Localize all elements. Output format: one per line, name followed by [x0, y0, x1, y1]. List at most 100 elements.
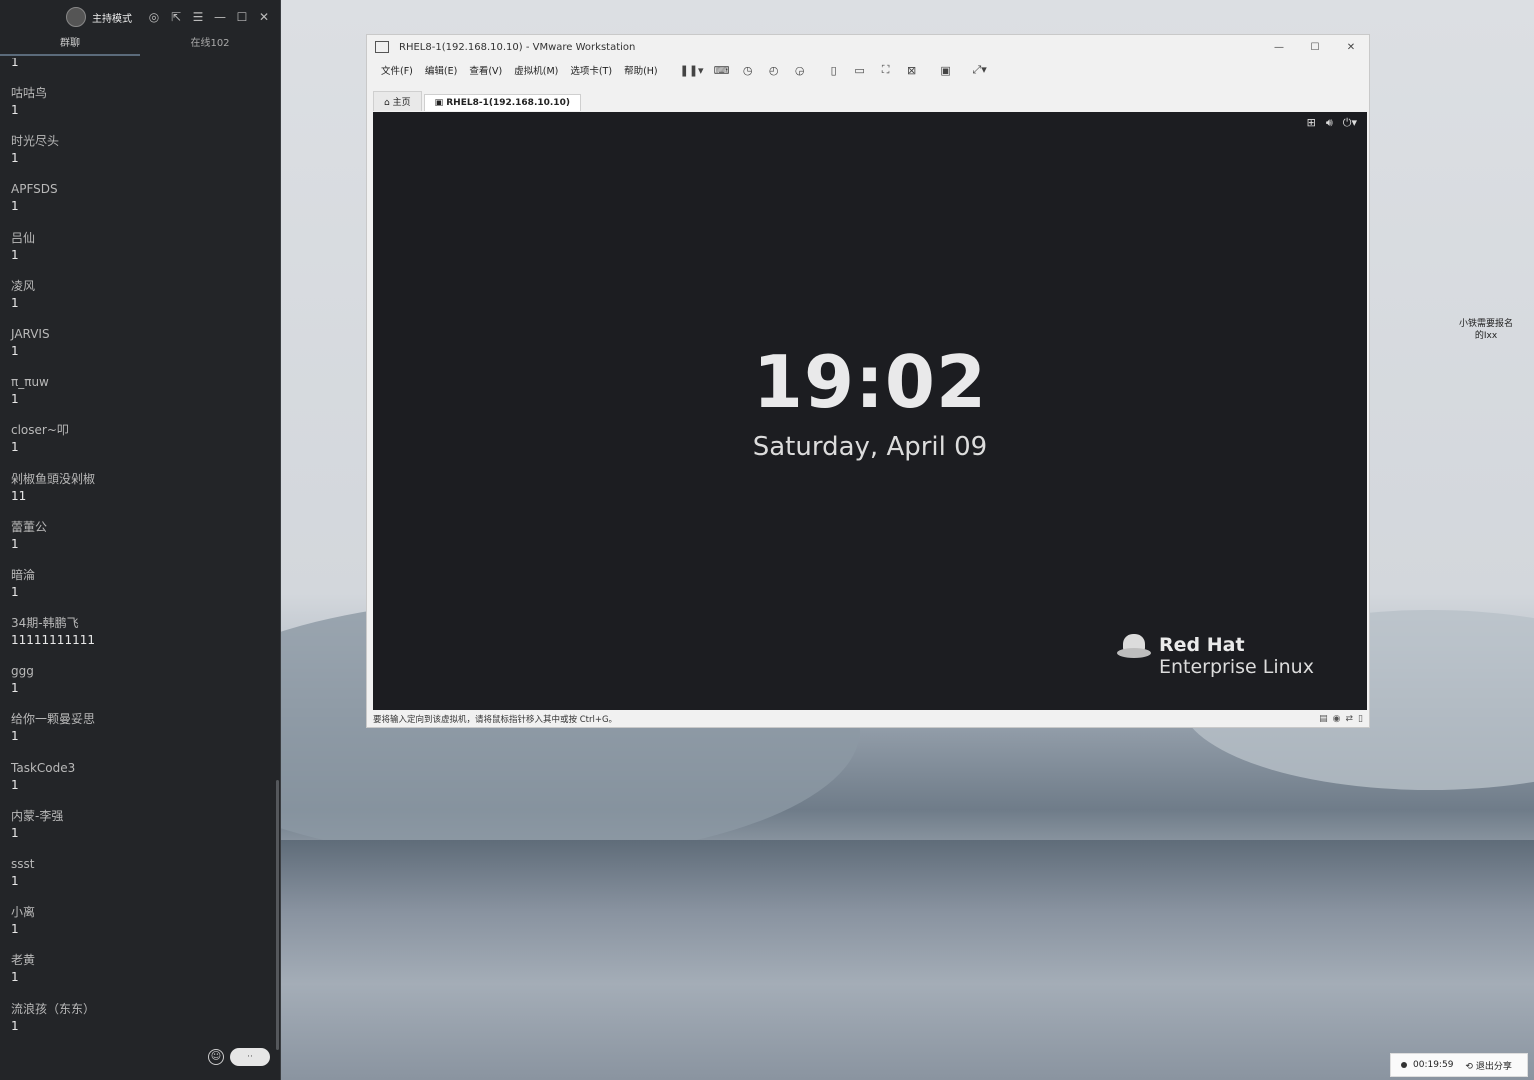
console-icon[interactable]: ▣ [938, 64, 954, 77]
snapshot-icon[interactable]: ◷ [740, 64, 756, 77]
menu-icon[interactable]: ☰ [190, 10, 206, 24]
sidebar-titlebar: 主持模式 ◎ ⇱ ☰ — ☐ ✕ [0, 0, 280, 34]
avatar[interactable] [66, 7, 86, 27]
tab-vm[interactable]: ▣ RHEL8-1(192.168.10.10) [423, 94, 581, 111]
close-icon[interactable]: ✕ [256, 10, 272, 24]
network-icon[interactable]: ⊞ [1307, 116, 1316, 130]
settings-icon[interactable]: ◎ [146, 10, 162, 24]
message-sender: 暗淪 [11, 567, 36, 582]
menu-edit[interactable]: 编辑(E) [425, 63, 457, 77]
hard-disk-icon[interactable]: ▤ [1319, 714, 1328, 724]
vm-display[interactable]: ⊞ 🔊︎ ⏻▾ 19:02 Saturday, April 09 Red Hat… [373, 112, 1367, 710]
vmware-window: RHEL8-1(192.168.10.10) - VMware Workstat… [366, 34, 1370, 728]
close-icon[interactable]: ✕ [1333, 42, 1369, 53]
snapshot-manager-icon[interactable]: ◶ [792, 64, 808, 77]
screen-share-bar: 00:19:59 ⟲ 退出分享 [1390, 1053, 1528, 1077]
message-sender: JARVIS [11, 326, 50, 341]
power-icon[interactable]: ⏻▾ [1343, 116, 1357, 130]
usb-icon[interactable]: ▯ [1358, 714, 1363, 724]
blurred-desktop-icon[interactable] [880, 10, 924, 36]
revert-snapshot-icon[interactable]: ◴ [766, 64, 782, 77]
list-item: 暗淪 1 [0, 566, 276, 614]
menu-help[interactable]: 帮助(H) [624, 63, 658, 77]
list-item: 吕仙 1 [0, 229, 276, 277]
recording-dot-icon [1401, 1062, 1407, 1068]
list-item: 时光尽头 1 [0, 132, 276, 180]
message-text: 11111111111 [11, 633, 95, 648]
message-text: 1 [11, 825, 19, 840]
menu-vm[interactable]: 虚拟机(M) [514, 63, 558, 77]
message-text: 1 [11, 584, 19, 599]
list-item: 给你一颗曼妥思 1 [0, 710, 276, 758]
maximize-icon[interactable]: ☐ [1297, 42, 1333, 53]
host-mode-label[interactable]: 主持模式 [92, 10, 132, 25]
chat-input-bar: ☺ ·· [208, 1048, 270, 1066]
message-text: 1 [11, 58, 19, 69]
message-sender: TaskCode3 [11, 760, 76, 775]
message-sender: 内蒙-李强 [11, 808, 64, 823]
vmware-logo-icon [375, 41, 389, 53]
thumbnail-icon[interactable]: ▭ [852, 64, 868, 77]
sidebar-tabs: 群聊 在线102 [0, 34, 280, 56]
unity-icon[interactable]: ⊠ [904, 64, 920, 77]
stretch-icon[interactable]: ⤢▾ [972, 63, 988, 77]
exit-share-button[interactable]: ⟲ 退出分享 [1465, 1059, 1511, 1072]
list-item: 咕咕鸟 1 [0, 84, 276, 132]
message-sender: 小离 [11, 905, 36, 920]
message-sender: 老黄 [11, 953, 36, 968]
fullscreen-icon[interactable]: ⛶ [878, 63, 894, 77]
gnome-status-area[interactable]: ⊞ 🔊︎ ⏻▾ [1307, 116, 1357, 130]
network-adapter-icon[interactable]: ⇄ [1346, 714, 1354, 724]
menu-tabs[interactable]: 选项卡(T) [570, 63, 612, 77]
window-titlebar[interactable]: RHEL8-1(192.168.10.10) - VMware Workstat… [367, 35, 1369, 59]
message-text: 1 [11, 392, 19, 407]
message-text: 1 [11, 151, 19, 166]
tab-online[interactable]: 在线102 [140, 34, 280, 56]
message-sender: 时光尽头 [11, 134, 60, 149]
library-icon[interactable]: ▯ [826, 64, 842, 77]
minimize-icon[interactable]: — [212, 10, 228, 24]
message-text: 1 [11, 970, 19, 985]
tab-home-label: 主页 [392, 98, 411, 108]
message-text: 1 [11, 681, 19, 696]
pause-icon[interactable]: ❚❚▾ [680, 64, 704, 77]
message-sender: 咕咕鸟 [11, 86, 48, 100]
message-text: 1 [11, 440, 19, 455]
status-bar: 要将输入定向到该虚拟机，请将鼠标指针移入其中或按 Ctrl+G。 ▤ ◉ ⇄ ▯ [373, 713, 1363, 725]
message-text: 1 [11, 295, 19, 310]
sidebar-scrollbar[interactable] [276, 780, 279, 1050]
emoji-icon[interactable]: ☺ [208, 1049, 224, 1065]
menu-view[interactable]: 查看(V) [469, 63, 502, 77]
message-text: 1 [11, 874, 19, 888]
menu-bar: 文件(F) 编辑(E) 查看(V) 虚拟机(M) 选项卡(T) 帮助(H) ❚❚… [367, 59, 1369, 81]
message-sender: 给你一颗曼妥思 [11, 712, 96, 727]
send-ctrl-alt-del-icon[interactable]: ⌨ [714, 64, 730, 77]
message-text: 1 [11, 247, 19, 262]
maximize-icon[interactable]: ☐ [234, 10, 250, 24]
volume-icon[interactable]: 🔊︎ [1326, 116, 1333, 130]
blurred-desktop-icon[interactable] [940, 10, 984, 36]
desktop-shortcut[interactable]: 小铁需要报名的Ixx [1458, 318, 1514, 342]
lockscreen-clock: 19:02 [752, 340, 988, 424]
lockscreen-date: Saturday, April 09 [752, 432, 988, 462]
message-text: 1 [11, 922, 19, 937]
send-button[interactable]: ·· [230, 1048, 270, 1066]
menu-file[interactable]: 文件(F) [381, 63, 413, 77]
blurred-desktop-icon[interactable] [706, 10, 750, 36]
list-item: 蕾董公 1 [0, 518, 276, 566]
minimize-icon[interactable]: — [1261, 42, 1297, 53]
list-item: closer~叩 1 [0, 421, 276, 469]
blurred-desktop-icon[interactable] [764, 10, 808, 36]
message-sender: 蕾董公 [11, 519, 48, 534]
blurred-desktop-icon[interactable] [822, 10, 866, 36]
status-message: 要将输入定向到该虚拟机，请将鼠标指针移入其中或按 Ctrl+G。 [373, 715, 618, 725]
message-text: 11 [11, 488, 27, 503]
message-text: 1 [11, 343, 19, 358]
popout-icon[interactable]: ⇱ [168, 10, 184, 24]
tab-group-chat[interactable]: 群聊 [0, 34, 140, 56]
tab-home[interactable]: ⌂ 主页 [373, 91, 422, 111]
cdrom-icon[interactable]: ◉ [1333, 714, 1341, 724]
list-item: 内蒙-李强 1 [0, 807, 276, 855]
exit-share-label: 退出分享 [1475, 1061, 1512, 1072]
chat-message-list[interactable]: 1 咕咕鸟 1 时光尽头 1 APFSDS 1 吕仙 1 凌风 1 JARVIS 1 π_π… [0, 58, 276, 1048]
